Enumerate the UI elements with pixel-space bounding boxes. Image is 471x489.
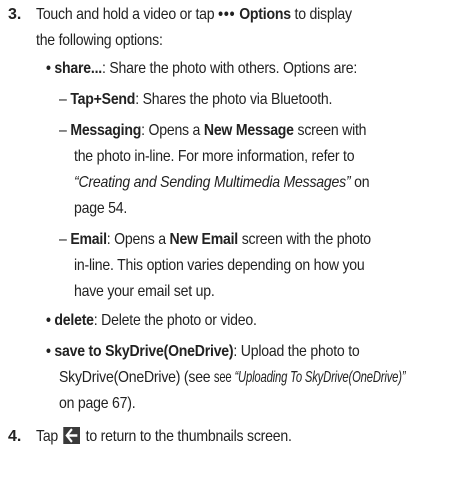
save-option: • save to SkyDrive(OneDrive): Upload the…	[46, 343, 360, 360]
save-line-3: on page 67).	[59, 395, 136, 412]
new-email-label: New Email	[169, 231, 239, 248]
options-icon: •••	[218, 6, 236, 23]
uploading-reference: “Uploading To SkyDrive(OneDrive)”	[234, 369, 406, 386]
messaging-line-4: page 54.	[74, 200, 128, 217]
messaging-option: – Messaging: Opens a New Message screen …	[59, 122, 367, 139]
step-3-number: 3.	[8, 6, 22, 23]
tapsend-option: – Tap+Send: Shares the photo via Bluetoo…	[59, 91, 333, 108]
creating-messages-reference: “Creating and Sending Multimedia Message…	[74, 174, 351, 191]
messaging-line-2: the photo in-line. For more information,…	[74, 148, 355, 165]
tapsend-label: Tap+Send	[70, 91, 136, 108]
step-4-number: 4.	[8, 428, 22, 445]
bullet: •	[46, 60, 51, 77]
email-line-3: have your email set up.	[74, 283, 215, 300]
save-line-2: SkyDrive(OneDrive) (see see “Uploading T…	[59, 369, 406, 386]
step-3-line-2: the following options:	[36, 32, 163, 49]
delete-label: delete	[54, 312, 94, 329]
step-3-line-1: Touch and hold a video or tap ••• Option…	[36, 6, 352, 23]
step-4-line: Tap to return to the thumbnails screen.	[36, 427, 292, 445]
email-label: Email	[70, 231, 107, 248]
manual-page: 3. Touch and hold a video or tap ••• Opt…	[0, 0, 471, 489]
options-label: Options	[239, 6, 291, 23]
share-label: share...	[54, 60, 102, 77]
bullet: •	[46, 312, 51, 329]
messaging-label: Messaging	[70, 122, 142, 139]
new-message-label: New Message	[203, 122, 294, 139]
save-label: save to SkyDrive(OneDrive)	[54, 343, 234, 360]
share-option: • share...: Share the photo with others.…	[46, 60, 358, 77]
messaging-line-3: “Creating and Sending Multimedia Message…	[74, 174, 370, 191]
delete-option: • delete: Delete the photo or video.	[46, 312, 257, 329]
back-arrow-icon	[63, 427, 81, 444]
email-line-2: in-line. This option varies depending on…	[74, 257, 365, 274]
bullet: •	[46, 343, 51, 360]
email-option: – Email: Opens a New Email screen with t…	[59, 231, 371, 248]
